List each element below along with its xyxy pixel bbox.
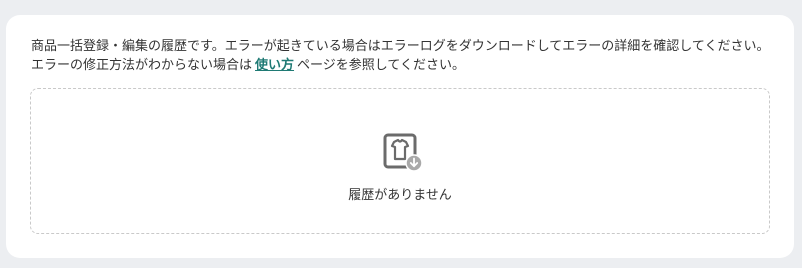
history-description: 商品一括登録・編集の履歴です。エラーが起きている場合はエラーログをダウンロードし… [31,37,771,75]
description-text-after-link: ページを参照してください。 [297,58,465,73]
empty-history-message: 履歴がありません [348,188,452,203]
empty-history-panel: 履歴がありません [30,88,770,234]
clothing-download-icon [383,133,423,172]
history-card: 商品一括登録・編集の履歴です。エラーが起きている場合はエラーログをダウンロードし… [6,15,794,258]
how-to-use-link[interactable]: 使い方 [255,58,294,73]
